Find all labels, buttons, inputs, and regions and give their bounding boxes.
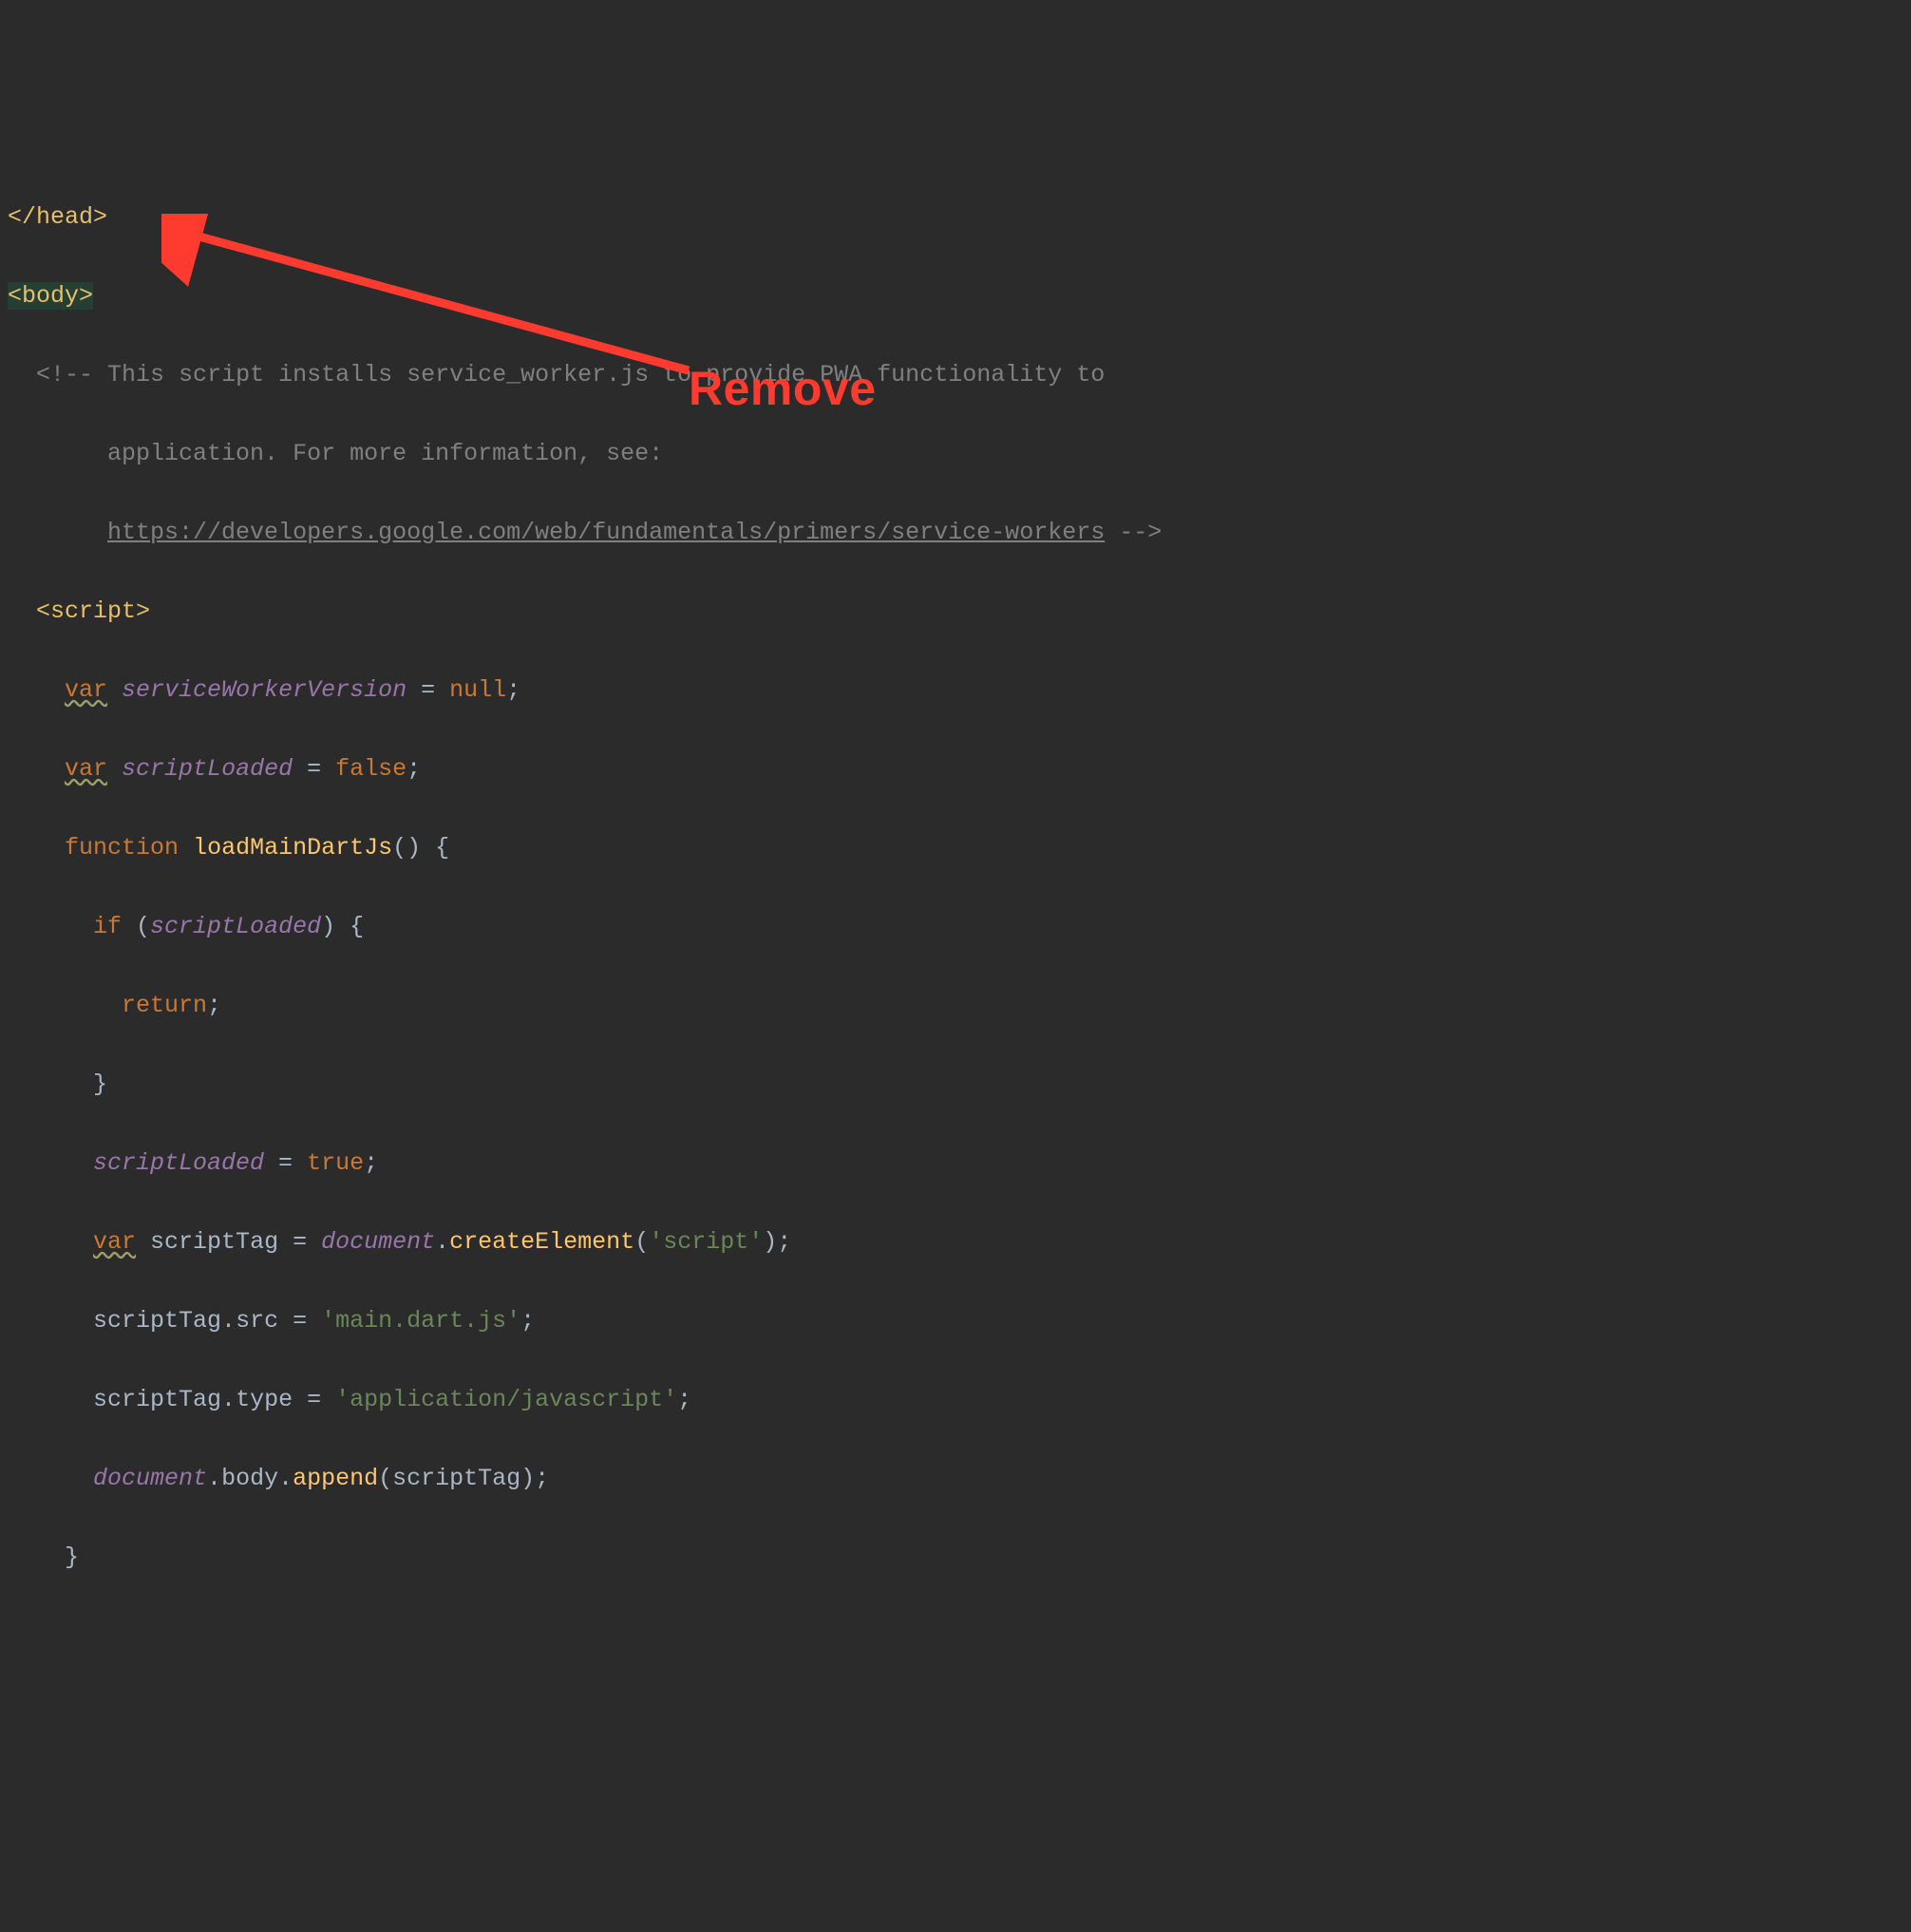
code-line[interactable]: function loadMainDartJs() { xyxy=(0,828,1911,868)
code-line[interactable]: document.body.append(scriptTag); xyxy=(0,1459,1911,1499)
var-scriptLoaded: scriptLoaded xyxy=(93,1149,264,1177)
code-line[interactable]: <!-- This script installs service_worker… xyxy=(0,355,1911,395)
var-scriptTag: scriptTag xyxy=(392,1465,520,1492)
false-literal: false xyxy=(335,755,407,783)
code-line[interactable]: scriptTag.src = 'main.dart.js'; xyxy=(0,1301,1911,1341)
var-scriptTag: scriptTag xyxy=(150,1228,278,1256)
comment-close: --> xyxy=(1119,519,1162,546)
comment-link[interactable]: https://developers.google.com/web/fundam… xyxy=(107,519,1105,546)
script-open-tag: <script> xyxy=(36,597,150,625)
code-line[interactable]: <body> xyxy=(0,276,1911,316)
code-line[interactable]: var serviceWorkerVersion = null; xyxy=(0,671,1911,710)
document-obj: document xyxy=(93,1465,207,1492)
comment-text: This script installs service_worker.js t… xyxy=(107,361,1105,388)
code-line[interactable]: </head> xyxy=(0,198,1911,237)
function-keyword: function xyxy=(65,834,179,862)
comment-open: <!-- xyxy=(36,361,93,388)
code-editor-area[interactable]: </head> <body> <!-- This script installs… xyxy=(0,158,1911,1617)
string-main: 'main.dart.js' xyxy=(321,1307,520,1335)
if-keyword: if xyxy=(93,913,122,940)
body-open-tag: <body> xyxy=(8,282,93,310)
code-line[interactable]: var scriptTag = document.createElement('… xyxy=(0,1222,1911,1262)
code-line[interactable]: scriptLoaded = true; xyxy=(0,1144,1911,1184)
var-keyword: var xyxy=(65,755,107,783)
function-name: loadMainDartJs xyxy=(193,834,392,862)
var-scriptTag: scriptTag xyxy=(93,1307,221,1335)
src-prop: src xyxy=(236,1307,278,1335)
code-line[interactable]: var scriptLoaded = false; xyxy=(0,749,1911,789)
document-obj: document xyxy=(321,1228,435,1256)
code-line[interactable]: } xyxy=(0,1538,1911,1578)
createElement-method: createElement xyxy=(449,1228,634,1256)
var-serviceWorkerVersion: serviceWorkerVersion xyxy=(122,676,407,704)
code-line[interactable]: <script> xyxy=(0,592,1911,632)
code-line[interactable]: return; xyxy=(0,986,1911,1026)
code-line[interactable]: scriptTag.type = 'application/javascript… xyxy=(0,1380,1911,1420)
var-keyword: var xyxy=(93,1228,136,1256)
return-keyword: return xyxy=(122,992,207,1019)
string-appjs: 'application/javascript' xyxy=(335,1386,677,1413)
body-prop: body xyxy=(221,1465,278,1492)
close-head-tag: </head> xyxy=(8,203,107,231)
var-keyword: var xyxy=(65,676,107,704)
annotation-label: Remove xyxy=(689,350,877,428)
var-scriptLoaded: scriptLoaded xyxy=(122,755,293,783)
type-prop: type xyxy=(236,1386,293,1413)
code-line[interactable]: https://developers.google.com/web/fundam… xyxy=(0,513,1911,553)
code-line[interactable]: if (scriptLoaded) { xyxy=(0,907,1911,947)
comment-text: application. For more information, see: xyxy=(107,440,663,467)
var-scriptTag: scriptTag xyxy=(93,1386,221,1413)
null-literal: null xyxy=(449,676,506,704)
var-scriptLoaded: scriptLoaded xyxy=(150,913,321,940)
append-method: append xyxy=(293,1465,378,1492)
string-script: 'script' xyxy=(649,1228,763,1256)
code-line[interactable]: } xyxy=(0,1065,1911,1105)
code-line[interactable]: application. For more information, see: xyxy=(0,434,1911,474)
true-literal: true xyxy=(307,1149,364,1177)
